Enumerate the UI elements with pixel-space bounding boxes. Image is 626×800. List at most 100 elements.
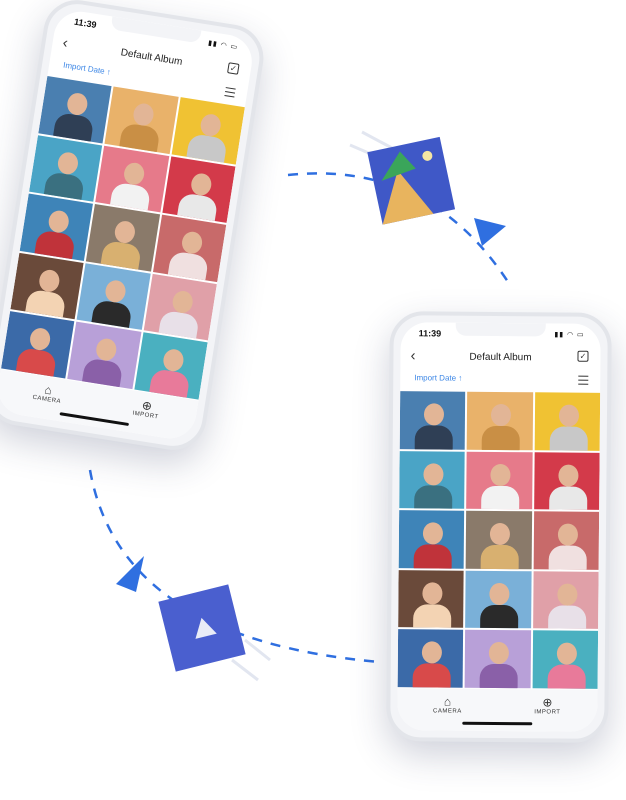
photo-subject <box>104 278 128 304</box>
photo-subject <box>489 582 510 605</box>
photo-subject <box>132 102 156 128</box>
list-icon[interactable] <box>578 375 589 387</box>
photo-grid <box>397 391 601 689</box>
photo-thumbnail[interactable] <box>38 76 112 144</box>
photo-thumbnail[interactable] <box>465 570 532 629</box>
tab-label: IMPORT <box>534 709 561 716</box>
photo-subject <box>481 425 521 450</box>
photo-subject <box>189 171 213 197</box>
photo-thumbnail[interactable] <box>67 322 142 390</box>
photo-subject <box>490 523 511 546</box>
photo-subject <box>549 426 588 451</box>
photo-thumbnail[interactable] <box>532 571 599 630</box>
plus-circle-icon: ⊕ <box>542 695 553 710</box>
signal-wifi-battery-icon: ▮▮ ◠ ▭ <box>207 39 239 52</box>
photo-subject <box>479 664 519 689</box>
photo-thumbnail[interactable] <box>464 630 531 689</box>
photo-subject <box>28 327 52 352</box>
photo-thumbnail[interactable] <box>465 510 532 570</box>
photo-subject <box>180 230 204 256</box>
sort-by-import-date[interactable]: Import Date ↑ <box>414 373 462 382</box>
checkbox-icon[interactable]: ✓ <box>577 350 589 362</box>
tab-camera[interactable]: ⌂ CAMERA <box>17 378 79 407</box>
photo-thumbnail[interactable] <box>76 263 151 331</box>
navigation-bar: ‹ Default Album ✓ <box>400 344 600 372</box>
photo-subject <box>547 605 586 630</box>
photo-thumbnail[interactable] <box>467 391 533 450</box>
photo-subject <box>491 403 512 427</box>
photo-subject <box>490 463 511 486</box>
photo-subject <box>557 523 578 546</box>
photo-subject <box>413 544 452 569</box>
photo-thumbnail[interactable] <box>95 145 170 213</box>
photo-subject <box>558 404 579 427</box>
photo-thumbnail[interactable] <box>397 629 464 688</box>
sort-bar: Import Date ↑ <box>400 371 600 391</box>
photo-subject <box>548 486 588 511</box>
photo-subject <box>37 268 61 294</box>
photo-thumbnail[interactable] <box>86 204 160 272</box>
photo-subject <box>480 604 519 629</box>
album-title: Default Album <box>469 351 532 364</box>
photo-thumbnail[interactable] <box>398 510 465 569</box>
tab-import[interactable]: ⊕ IMPORT <box>517 695 577 716</box>
tab-camera[interactable]: ⌂ CAMERA <box>417 694 477 715</box>
photo-subject <box>412 663 451 688</box>
photo-grid <box>1 76 245 400</box>
photo-subject <box>423 403 445 426</box>
photo-subject <box>422 522 444 545</box>
photo-thumbnail[interactable] <box>534 392 601 451</box>
photo-thumbnail[interactable] <box>533 451 600 511</box>
photo-subject <box>56 150 80 176</box>
photo-subject <box>94 337 119 363</box>
arrowhead-icon <box>474 218 506 246</box>
photo-thumbnail[interactable] <box>104 86 179 154</box>
signal-wifi-battery-icon: ▮▮ ◠ ▭ <box>554 331 585 339</box>
checkbox-icon[interactable]: ✓ <box>227 62 240 75</box>
home-indicator <box>462 721 533 726</box>
photo-subject <box>489 642 510 665</box>
photo-subject <box>422 582 443 605</box>
tab-bar: ⌂ CAMERA ⊕ IMPORT <box>397 688 598 732</box>
photo-thumbnail[interactable] <box>466 451 533 510</box>
phone-mockup-right: 11:39 ▮▮ ◠ ▭ ‹ Default Album ✓ Import Da… <box>386 311 612 743</box>
photo-thumbnail[interactable] <box>134 332 208 400</box>
photo-thumbnail[interactable] <box>152 214 227 282</box>
photo-thumbnail[interactable] <box>398 569 464 629</box>
photo-thumbnail[interactable] <box>19 193 94 261</box>
photo-subject <box>421 641 442 664</box>
list-icon[interactable] <box>224 87 236 100</box>
album-screen: 11:39 ▮▮ ◠ ▭ ‹ Default Album ✓ Import Da… <box>397 322 601 732</box>
image-file-icon <box>367 136 456 225</box>
photo-subject <box>548 545 587 570</box>
photo-thumbnail[interactable] <box>143 273 217 341</box>
photo-subject <box>161 348 185 374</box>
photo-thumbnail[interactable] <box>1 311 75 379</box>
photo-thumbnail[interactable] <box>532 630 599 689</box>
photo-subject <box>414 425 453 450</box>
photo-thumbnail[interactable] <box>399 450 465 509</box>
photo-thumbnail[interactable] <box>162 155 236 224</box>
photo-thumbnail[interactable] <box>29 134 103 202</box>
notch <box>110 16 202 44</box>
photo-subject <box>113 219 137 245</box>
status-time: 11:39 <box>418 328 442 339</box>
camera-icon: ⌂ <box>443 694 452 709</box>
photo-subject <box>414 484 453 509</box>
photo-subject <box>47 209 71 235</box>
photo-thumbnail[interactable] <box>171 97 245 165</box>
photo-thumbnail[interactable] <box>399 391 466 450</box>
tab-import[interactable]: ⊕ IMPORT <box>115 394 177 423</box>
tab-label: CAMERA <box>433 708 462 715</box>
photo-subject <box>558 464 579 487</box>
photo-subject <box>170 289 194 315</box>
photo-subject <box>547 664 586 689</box>
photo-subject <box>423 462 444 486</box>
photo-subject <box>556 583 578 606</box>
photo-subject <box>413 604 452 629</box>
photo-subject <box>480 545 520 570</box>
photo-thumbnail[interactable] <box>533 511 600 570</box>
photo-subject <box>198 112 222 138</box>
photo-subject <box>65 91 89 117</box>
photo-thumbnail[interactable] <box>10 252 84 320</box>
